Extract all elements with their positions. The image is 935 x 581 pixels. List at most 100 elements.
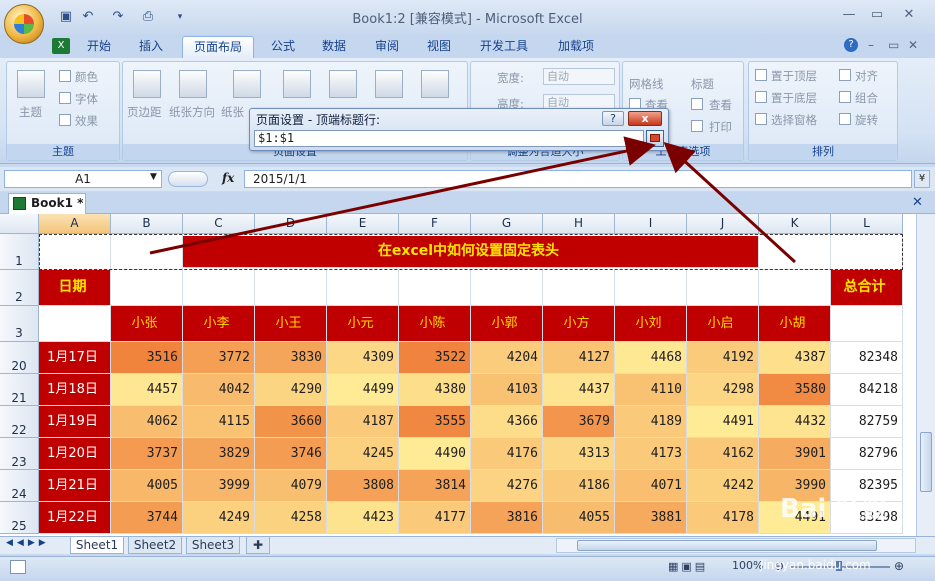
data-cell[interactable]: 4187 [327,406,399,438]
total-header[interactable]: 总合计 [831,270,903,306]
name-box-dropdown-icon[interactable]: ▼ [150,172,157,182]
name-header[interactable]: 小王 [255,306,327,342]
vertical-scroll-thumb[interactable] [920,432,932,492]
row-header[interactable]: 20 [0,342,39,374]
data-cell[interactable]: 3516 [111,342,183,374]
data-cell[interactable]: 4127 [543,342,615,374]
cell-row2[interactable] [687,270,759,306]
data-cell[interactable]: 3999 [183,470,255,502]
data-cell[interactable]: 3808 [327,470,399,502]
data-cell[interactable]: 3901 [759,438,831,470]
date-cell[interactable]: 1月20日 [39,438,111,470]
data-cell[interactable]: 4423 [327,502,399,534]
column-header-C[interactable]: C [183,214,255,234]
insert-sheet-icon[interactable]: ✚ [246,537,270,554]
data-cell[interactable]: 4042 [183,374,255,406]
row-header[interactable]: 21 [0,374,39,406]
date-cell[interactable]: 1月19日 [39,406,111,438]
data-cell[interactable]: 4071 [615,470,687,502]
date-cell[interactable]: 1月22日 [39,502,111,534]
data-cell[interactable]: 4245 [327,438,399,470]
zoom-in-icon[interactable]: ⊕ [894,559,904,573]
help-icon[interactable]: ? [844,38,858,52]
cell-row2[interactable] [615,270,687,306]
fonts-button[interactable]: 字体 [75,91,98,107]
column-header-K[interactable]: K [759,214,831,234]
sheet-nav-icons[interactable]: ◀◀▶▶ [6,538,50,548]
row-header[interactable]: 22 [0,406,39,438]
data-cell[interactable]: 3816 [471,502,543,534]
size-button[interactable]: 纸张 [221,104,244,120]
data-cell[interactable]: 4079 [255,470,327,502]
column-header-L[interactable]: L [831,214,903,234]
dialog-help-button[interactable]: ? [602,111,624,126]
horizontal-scroll-thumb[interactable] [577,540,877,551]
name-header[interactable]: 小郭 [471,306,543,342]
data-cell[interactable]: 4204 [471,342,543,374]
formula-bar-handle[interactable] [168,171,208,187]
data-cell[interactable]: 3679 [543,406,615,438]
data-cell[interactable]: 3580 [759,374,831,406]
data-cell[interactable]: 4387 [759,342,831,374]
name-header[interactable]: 小刘 [615,306,687,342]
column-header-H[interactable]: H [543,214,615,234]
row-header[interactable]: 25 [0,502,39,534]
column-header-F[interactable]: F [399,214,471,234]
data-cell[interactable]: 4162 [687,438,759,470]
data-cell[interactable]: 4173 [615,438,687,470]
tab-home[interactable]: 开始 [78,36,120,58]
data-cell[interactable]: 4298 [687,374,759,406]
colors-button[interactable]: 颜色 [75,69,98,85]
data-cell[interactable]: 4309 [327,342,399,374]
column-header-I[interactable]: I [615,214,687,234]
insert-function-button[interactable]: fx [222,171,234,185]
column-header-J[interactable]: J [687,214,759,234]
data-cell[interactable]: 4189 [615,406,687,438]
name-header[interactable]: 小陈 [399,306,471,342]
data-cell[interactable]: 3522 [399,342,471,374]
data-cell[interactable]: 4178 [687,502,759,534]
tab-review[interactable]: 审阅 [366,36,408,58]
tab-data[interactable]: 数据 [312,36,356,58]
ribbon-restore-icon[interactable]: ▭ [888,38,899,52]
sheet-tab-3[interactable]: Sheet3 [186,537,240,554]
dialog-close-button[interactable]: x [628,111,662,126]
cell-row2[interactable] [543,270,615,306]
cell-row2[interactable] [471,270,543,306]
data-cell[interactable]: 4005 [111,470,183,502]
ribbon-minimize-icon[interactable]: – [868,38,874,52]
office-button[interactable] [4,4,44,44]
vertical-scrollbar[interactable] [916,214,935,536]
name-header[interactable]: 小方 [543,306,615,342]
cell-row2[interactable] [255,270,327,306]
close-window-button[interactable]: ✕ [898,8,920,24]
data-cell[interactable]: 3829 [183,438,255,470]
total-cell[interactable]: 82796 [831,438,903,470]
data-cell[interactable]: 3744 [111,502,183,534]
name-box[interactable]: A1 [4,170,162,188]
data-cell[interactable]: 3737 [111,438,183,470]
data-cell[interactable]: 3746 [255,438,327,470]
orientation-button[interactable]: 纸张方向 [169,104,215,120]
zoom-level[interactable]: 100% [732,559,763,572]
column-header-B[interactable]: B [111,214,183,234]
headings-print-checkbox[interactable] [691,120,703,132]
data-cell[interactable]: 4380 [399,374,471,406]
data-cell[interactable]: 4491 [687,406,759,438]
data-cell[interactable]: 4249 [183,502,255,534]
row-header[interactable]: 24 [0,470,39,502]
tab-addins[interactable]: 加载项 [548,36,604,58]
expand-formula-bar-icon[interactable]: ¥ [914,170,930,188]
data-cell[interactable]: 4115 [183,406,255,438]
send-back-button[interactable]: 置于底层 [771,90,817,106]
data-cell[interactable]: 4103 [471,374,543,406]
column-header-G[interactable]: G [471,214,543,234]
tab-view[interactable]: 视图 [418,36,460,58]
bring-front-button[interactable]: 置于顶层 [771,68,817,84]
date-cell[interactable]: 1月21日 [39,470,111,502]
data-cell[interactable]: 4457 [111,374,183,406]
data-cell[interactable]: 4290 [255,374,327,406]
data-cell[interactable]: 3660 [255,406,327,438]
cell-row2[interactable] [759,270,831,306]
data-cell[interactable]: 4186 [543,470,615,502]
